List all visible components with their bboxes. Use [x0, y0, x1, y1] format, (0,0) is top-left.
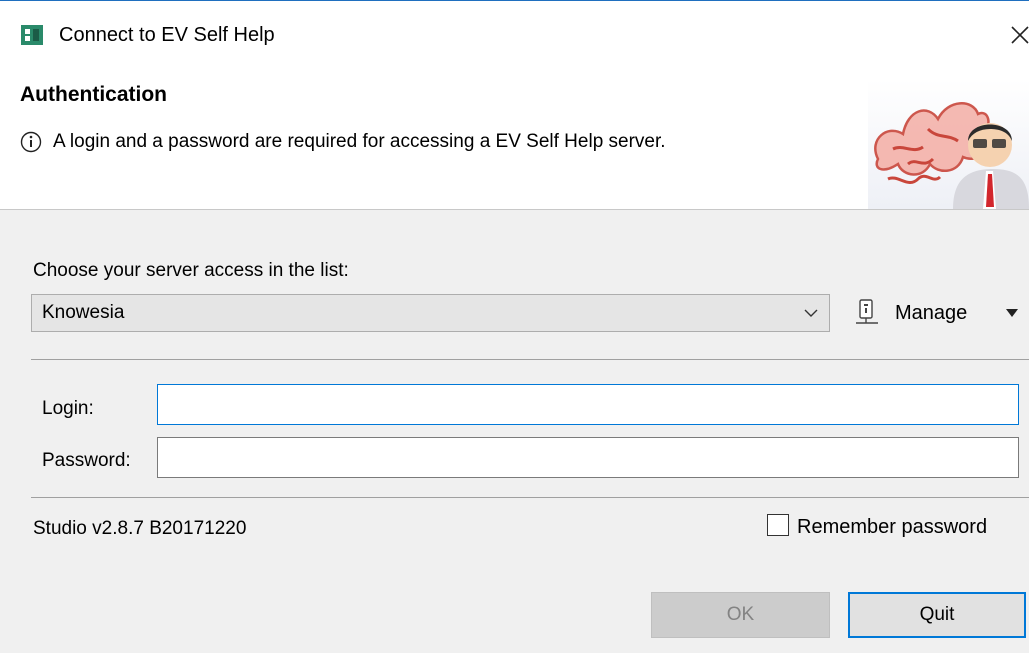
manage-icon — [856, 299, 878, 324]
login-input[interactable] — [157, 384, 1019, 425]
version-text: Studio v2.8.7 B20171220 — [33, 518, 247, 539]
server-dropdown[interactable]: Knowesia — [31, 294, 830, 332]
title-bar[interactable]: Connect to EV Self Help — [0, 1, 1029, 59]
dialog-window: Connect to EV Self Help Authentication A… — [0, 0, 1029, 653]
window-title: Connect to EV Self Help — [59, 24, 275, 46]
header-user-logo — [868, 79, 1029, 209]
caret-down-icon[interactable] — [1006, 309, 1018, 317]
server-list-label: Choose your server access in the list: — [33, 260, 349, 281]
remember-password-label[interactable]: Remember password — [797, 514, 987, 540]
ok-button[interactable]: OK — [651, 592, 830, 638]
login-label: Login: — [42, 398, 94, 419]
password-input[interactable] — [157, 437, 1019, 478]
remember-password-checkbox[interactable] — [767, 514, 789, 536]
chevron-down-icon — [804, 309, 818, 317]
close-icon[interactable] — [1000, 15, 1029, 55]
header-title: Authentication — [20, 83, 167, 106]
info-message: A login and a password are required for … — [53, 131, 666, 152]
form-separator — [31, 497, 1029, 498]
dialog-header: Authentication A login and a password ar… — [0, 59, 1029, 209]
dialog-body: Choose your server access in the list: K… — [0, 210, 1029, 653]
app-icon — [21, 25, 43, 45]
info-icon — [20, 131, 42, 153]
server-separator — [31, 359, 1029, 360]
manage-label: Manage — [895, 302, 968, 324]
manage-button[interactable]: Manage — [848, 294, 1029, 332]
quit-button[interactable]: Quit — [848, 592, 1026, 638]
server-selected-value: Knowesia — [42, 302, 125, 323]
password-label: Password: — [42, 450, 131, 471]
